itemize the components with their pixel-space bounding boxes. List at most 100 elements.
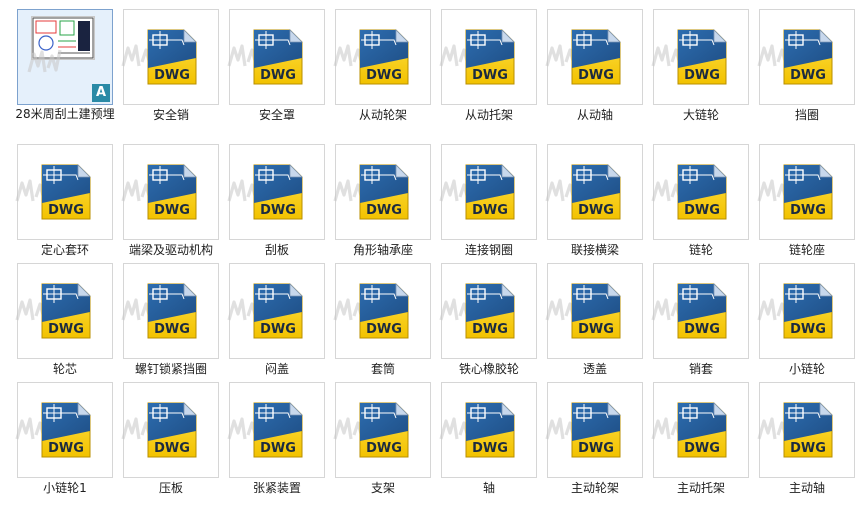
svg-text:DWG: DWG (790, 322, 826, 337)
file-thumbnail: DWG (545, 9, 643, 105)
file-item[interactable]: DWG 铁心橡胶轮 (439, 263, 547, 383)
file-item[interactable]: DWG 轮芯 (15, 263, 123, 383)
file-item[interactable]: DWG 定心套环 (15, 144, 123, 264)
file-thumbnail: DWG (15, 144, 113, 240)
file-name: 链轮 (688, 243, 713, 257)
file-thumbnail: DWG (227, 382, 325, 478)
file-item[interactable]: DWG 透盖 (545, 263, 653, 383)
file-item[interactable]: DWG 支架 (333, 382, 441, 502)
file-item[interactable]: DWG 端梁及驱动机构 (121, 144, 229, 264)
svg-text:DWG: DWG (366, 68, 402, 83)
file-thumbnail: DWG (651, 263, 749, 359)
dwg-file-icon: DWG (359, 402, 409, 458)
svg-text:DWG: DWG (790, 441, 826, 456)
dwg-file-icon: DWG (783, 402, 833, 458)
svg-text:DWG: DWG (472, 441, 508, 456)
dwg-file-icon: DWG (253, 164, 303, 220)
file-name: 安全销 (152, 108, 189, 122)
file-name: 安全罩 (258, 108, 295, 122)
svg-text:DWG: DWG (260, 441, 296, 456)
svg-text:DWG: DWG (472, 68, 508, 83)
svg-text:DWG: DWG (260, 322, 296, 337)
file-name: 挡圈 (794, 108, 819, 122)
file-item[interactable]: DWG 轴 (439, 382, 547, 502)
svg-text:DWG: DWG (48, 441, 84, 456)
svg-text:DWG: DWG (578, 322, 614, 337)
dwg-file-icon: DWG (41, 402, 91, 458)
file-name: 主动轮架 (570, 481, 619, 495)
dwg-file-icon: DWG (677, 283, 727, 339)
dwg-file-icon: DWG (571, 402, 621, 458)
svg-text:DWG: DWG (684, 322, 720, 337)
file-item[interactable]: DWG 闷盖 (227, 263, 335, 383)
file-item[interactable]: DWG 刮板 (227, 144, 335, 264)
file-name: 轴 (482, 481, 495, 495)
file-item[interactable]: DWG 小链轮1 (15, 382, 123, 502)
file-item[interactable]: DWG 挡圈 (757, 9, 865, 129)
file-name: 主动托架 (676, 481, 725, 495)
file-item[interactable]: DWG 从动托架 (439, 9, 547, 129)
file-item[interactable]: A 28米周刮土建预埋 (15, 9, 123, 129)
file-item[interactable]: DWG 螺钉锁紧挡圈 (121, 263, 229, 383)
file-name: 28米周刮土建预埋 (15, 107, 115, 121)
file-item[interactable]: DWG 套筒 (333, 263, 441, 383)
file-name: 主动轴 (788, 481, 825, 495)
svg-text:DWG: DWG (366, 322, 402, 337)
svg-text:DWG: DWG (154, 441, 190, 456)
file-item[interactable]: DWG 链轮 (651, 144, 759, 264)
file-thumbnail: DWG (757, 382, 855, 478)
file-thumbnail: DWG (15, 263, 113, 359)
file-item[interactable]: DWG 连接钢圈 (439, 144, 547, 264)
svg-text:DWG: DWG (366, 441, 402, 456)
file-item[interactable]: DWG 联接横梁 (545, 144, 653, 264)
file-thumbnail: DWG (227, 9, 325, 105)
dwg-file-icon: DWG (147, 283, 197, 339)
file-item[interactable]: DWG 主动轮架 (545, 382, 653, 502)
svg-text:DWG: DWG (260, 68, 296, 83)
dwg-file-icon: DWG (359, 164, 409, 220)
file-thumbnail: DWG (545, 263, 643, 359)
file-item[interactable]: DWG 角形轴承座 (333, 144, 441, 264)
dwg-file-icon: DWG (677, 402, 727, 458)
svg-text:DWG: DWG (48, 203, 84, 218)
dwg-file-icon: DWG (783, 164, 833, 220)
file-item[interactable]: DWG 压板 (121, 382, 229, 502)
file-thumbnail: DWG (15, 382, 113, 478)
svg-text:DWG: DWG (154, 322, 190, 337)
file-item[interactable]: DWG 销套 (651, 263, 759, 383)
file-name: 角形轴承座 (352, 243, 413, 257)
file-name: 张紧装置 (252, 481, 301, 495)
dwg-file-icon: DWG (465, 402, 515, 458)
svg-text:DWG: DWG (684, 441, 720, 456)
dwg-file-icon: DWG (253, 29, 303, 85)
file-name: 铁心橡胶轮 (458, 362, 519, 376)
autocad-app-icon: A (92, 84, 110, 102)
file-name: 支架 (370, 481, 395, 495)
file-item[interactable]: DWG 链轮座 (757, 144, 865, 264)
dwg-file-icon: DWG (571, 29, 621, 85)
file-thumbnail: DWG (651, 382, 749, 478)
dwg-file-icon: DWG (783, 29, 833, 85)
dwg-file-icon: DWG (147, 164, 197, 220)
dwg-file-icon: DWG (677, 29, 727, 85)
file-item[interactable]: DWG 安全销 (121, 9, 229, 129)
file-item[interactable]: DWG 安全罩 (227, 9, 335, 129)
svg-text:DWG: DWG (472, 322, 508, 337)
svg-text:DWG: DWG (578, 203, 614, 218)
file-item[interactable]: DWG 小链轮 (757, 263, 865, 383)
file-item[interactable]: DWG 从动轮架 (333, 9, 441, 129)
file-thumbnail: DWG (651, 9, 749, 105)
file-item[interactable]: DWG 张紧装置 (227, 382, 335, 502)
file-thumbnail: DWG (227, 144, 325, 240)
file-name: 大链轮 (682, 108, 719, 122)
file-item[interactable]: DWG 从动轴 (545, 9, 653, 129)
file-item[interactable]: DWG 主动托架 (651, 382, 759, 502)
file-name: 闷盖 (264, 362, 289, 376)
file-item[interactable]: DWG 主动轴 (757, 382, 865, 502)
dwg-file-icon: DWG (783, 283, 833, 339)
dwg-file-icon: DWG (41, 283, 91, 339)
file-thumbnail: DWG (333, 144, 431, 240)
file-name: 套筒 (370, 362, 395, 376)
file-item[interactable]: DWG 大链轮 (651, 9, 759, 129)
svg-text:DWG: DWG (472, 203, 508, 218)
